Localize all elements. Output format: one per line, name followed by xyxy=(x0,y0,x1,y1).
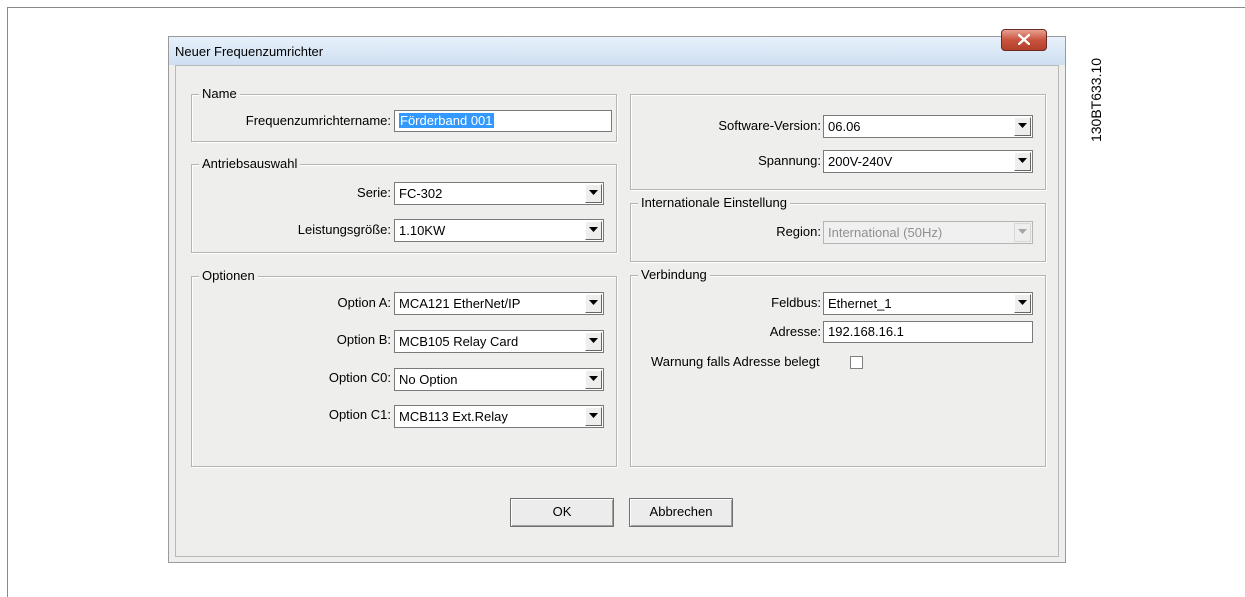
region-select: International (50Hz) xyxy=(823,221,1033,244)
dialog-title: Neuer Frequenzumrichter xyxy=(175,44,324,59)
voltage-select[interactable]: 200V-240V xyxy=(823,150,1033,173)
chevron-down-icon xyxy=(1018,123,1027,128)
region-value: International (50Hz) xyxy=(828,225,943,240)
chevron-down-icon xyxy=(1018,229,1027,234)
series-value: FC-302 xyxy=(399,186,443,201)
version-group: Software-Version: 06.06 Spannung: 200V-2… xyxy=(630,94,1046,190)
cancel-button[interactable]: Abbrechen xyxy=(629,498,733,527)
drive-selection-group: Antriebsauswahl Serie: FC-302 Leistungsg… xyxy=(191,156,617,253)
drive-name-input[interactable]: Förderband 001 xyxy=(394,110,612,132)
chevron-down-icon xyxy=(589,300,598,305)
option-b-value: MCB105 Relay Card xyxy=(399,334,519,349)
power-size-dropdown-button[interactable] xyxy=(585,221,602,240)
software-version-value: 06.06 xyxy=(828,119,861,134)
international-settings-group: Internationale Einstellung Region: Inter… xyxy=(630,195,1046,262)
title-bar[interactable]: Neuer Frequenzumrichter xyxy=(169,29,1065,65)
option-a-value: MCA121 EtherNet/IP xyxy=(399,296,521,311)
software-version-label: Software-Version: xyxy=(718,118,821,133)
voltage-value: 200V-240V xyxy=(828,154,893,169)
address-value: 192.168.16.1 xyxy=(828,324,904,339)
chevron-down-icon xyxy=(589,227,598,232)
fieldbus-select[interactable]: Ethernet_1 xyxy=(823,292,1033,315)
new-drive-dialog: Neuer Frequenzumrichter Name Frequenzumr… xyxy=(168,29,1066,563)
chevron-down-icon xyxy=(589,376,598,381)
option-c0-label: Option C0: xyxy=(328,370,391,385)
option-c1-value: MCB113 Ext.Relay xyxy=(399,409,508,424)
power-size-label: Leistungsgröße: xyxy=(297,222,391,237)
address-warning-label: Warnung falls Adresse belegt xyxy=(651,354,820,369)
name-group: Name Frequenzumrichtername: Förderband 0… xyxy=(191,86,617,142)
option-a-dropdown-button[interactable] xyxy=(585,294,602,313)
series-select[interactable]: FC-302 xyxy=(394,182,604,205)
connection-group: Verbindung Feldbus: Ethernet_1 Adresse: … xyxy=(630,267,1046,467)
option-a-select[interactable]: MCA121 EtherNet/IP xyxy=(394,292,604,315)
chevron-down-icon xyxy=(589,338,598,343)
power-size-value: 1.10KW xyxy=(399,223,446,238)
series-dropdown-button[interactable] xyxy=(585,184,602,203)
fieldbus-label: Feldbus: xyxy=(771,295,821,310)
options-group-legend: Optionen xyxy=(199,268,258,284)
drive-selection-legend: Antriebsauswahl xyxy=(199,156,301,172)
option-c1-dropdown-button[interactable] xyxy=(585,407,602,426)
close-icon xyxy=(1018,34,1030,45)
name-group-legend: Name xyxy=(199,86,240,102)
chevron-down-icon xyxy=(1018,158,1027,163)
chevron-down-icon xyxy=(589,413,598,418)
option-c0-value: No Option xyxy=(399,372,458,387)
series-label: Serie: xyxy=(357,185,391,200)
ok-button[interactable]: OK xyxy=(510,498,614,527)
international-settings-legend: Internationale Einstellung xyxy=(638,195,790,211)
option-a-label: Option A: xyxy=(337,295,391,310)
figure-code-text: 130BT633.10 xyxy=(1088,57,1104,143)
option-c0-select[interactable]: No Option xyxy=(394,368,604,391)
power-size-select[interactable]: 1.10KW xyxy=(394,219,604,242)
dialog-client-area: Name Frequenzumrichtername: Förderband 0… xyxy=(175,65,1059,557)
region-label: Region: xyxy=(776,224,821,239)
voltage-label: Spannung: xyxy=(758,153,821,168)
drive-name-label: Frequenzumrichtername: xyxy=(245,113,391,128)
software-version-dropdown-button[interactable] xyxy=(1014,117,1031,136)
region-dropdown-button xyxy=(1014,223,1031,242)
option-b-dropdown-button[interactable] xyxy=(585,332,602,351)
option-c1-label: Option C1: xyxy=(328,407,391,422)
options-group: Optionen Option A: MCA121 EtherNet/IP Op… xyxy=(191,268,617,467)
option-c0-dropdown-button[interactable] xyxy=(585,370,602,389)
software-version-select[interactable]: 06.06 xyxy=(823,115,1033,138)
voltage-dropdown-button[interactable] xyxy=(1014,152,1031,171)
figure-code: 130BT633.10 xyxy=(1083,30,1109,170)
option-c1-select[interactable]: MCB113 Ext.Relay xyxy=(394,405,604,428)
address-input[interactable]: 192.168.16.1 xyxy=(823,321,1033,343)
drive-name-value: Förderband 001 xyxy=(399,113,494,128)
connection-group-legend: Verbindung xyxy=(638,267,710,283)
option-b-select[interactable]: MCB105 Relay Card xyxy=(394,330,604,353)
address-label: Adresse: xyxy=(769,324,821,339)
fieldbus-dropdown-button[interactable] xyxy=(1014,294,1031,313)
chevron-down-icon xyxy=(1018,300,1027,305)
option-b-label: Option B: xyxy=(336,332,391,347)
fieldbus-value: Ethernet_1 xyxy=(828,296,892,311)
chevron-down-icon xyxy=(589,190,598,195)
close-button[interactable] xyxy=(1001,29,1047,51)
address-warning-checkbox[interactable] xyxy=(850,356,863,369)
